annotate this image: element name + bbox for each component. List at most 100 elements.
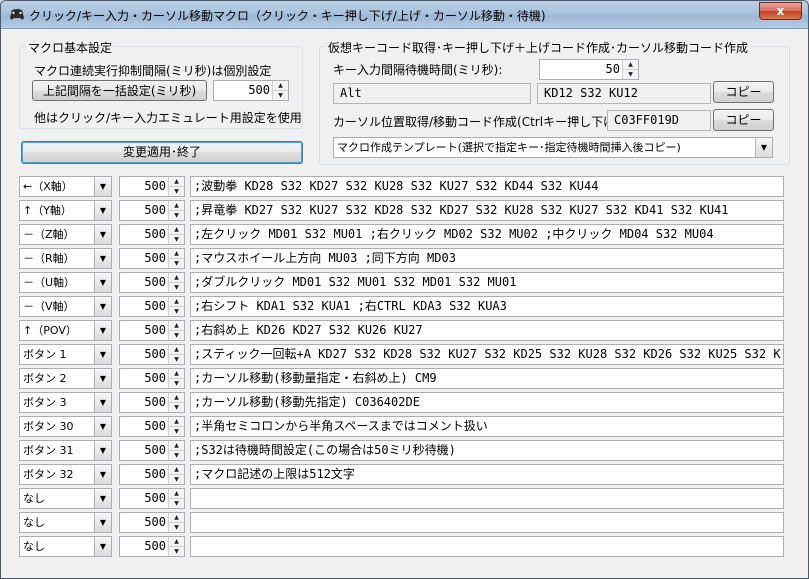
spin-up-icon[interactable]: ▲ [169,441,184,450]
trigger-key-select[interactable]: なし ▼ [19,536,112,557]
template-select[interactable]: マクロ作成テンプレート(選択で指定キー･指定待機時間挿入後コピー) ▼ [333,137,773,158]
key-interval-spinner[interactable]: 50 ▲ ▼ [539,59,639,80]
row-interval-spinner[interactable]: 500 ▲ ▼ [119,416,185,437]
trigger-key-select[interactable]: ボタン 30 ▼ [19,416,112,437]
spin-down-icon[interactable]: ▼ [273,90,288,99]
trigger-key-select[interactable]: ↑（POV） ▼ [19,320,112,341]
spin-up-icon[interactable]: ▲ [169,321,184,330]
chevron-down-icon[interactable]: ▼ [94,369,111,388]
spinner-arrows[interactable]: ▲ ▼ [168,249,184,268]
trigger-key-select[interactable]: なし ▼ [19,488,112,509]
trigger-key-select[interactable]: －（R軸） ▼ [19,248,112,269]
chevron-down-icon[interactable]: ▼ [94,321,111,340]
spin-up-icon[interactable]: ▲ [273,81,288,90]
row-interval-spinner[interactable]: 500 ▲ ▼ [119,272,185,293]
spin-down-icon[interactable]: ▼ [169,306,184,315]
trigger-key-select[interactable]: ボタン 2 ▼ [19,368,112,389]
spin-down-icon[interactable]: ▼ [169,402,184,411]
chevron-down-icon[interactable]: ▼ [94,513,111,532]
spin-down-icon[interactable]: ▼ [169,330,184,339]
spin-down-icon[interactable]: ▼ [169,546,184,555]
trigger-key-select[interactable]: －（U軸） ▼ [19,272,112,293]
spin-up-icon[interactable]: ▲ [169,537,184,546]
row-interval-spinner[interactable]: 500 ▲ ▼ [119,512,185,533]
spin-down-icon[interactable]: ▼ [169,522,184,531]
macro-input[interactable]: ;マクロ記述の上限は512文字 [190,464,784,485]
spin-up-icon[interactable]: ▲ [169,417,184,426]
chevron-down-icon[interactable]: ▼ [94,489,111,508]
spinner-arrows[interactable]: ▲ ▼ [168,345,184,364]
apply-exit-button[interactable]: 変更適用･終了 [21,141,303,164]
macro-input[interactable]: ;右斜め上 KD26 KD27 S32 KU26 KU27 [190,320,784,341]
row-interval-spinner[interactable]: 500 ▲ ▼ [119,176,185,197]
spin-up-icon[interactable]: ▲ [169,249,184,258]
macro-input[interactable] [190,512,784,533]
chevron-down-icon[interactable]: ▼ [94,273,111,292]
spin-down-icon[interactable]: ▼ [169,282,184,291]
spin-down-icon[interactable]: ▼ [169,426,184,435]
trigger-key-select[interactable]: －（V軸） ▼ [19,296,112,317]
spin-up-icon[interactable]: ▲ [169,465,184,474]
spin-up-icon[interactable]: ▲ [169,513,184,522]
row-interval-spinner[interactable]: 500 ▲ ▼ [119,320,185,341]
chevron-down-icon[interactable]: ▼ [94,393,111,412]
macro-input[interactable] [190,536,784,557]
cursor-code-field[interactable]: C03FF019D [607,110,711,131]
row-interval-spinner[interactable]: 500 ▲ ▼ [119,464,185,485]
spin-down-icon[interactable]: ▼ [169,498,184,507]
row-interval-spinner[interactable]: 500 ▲ ▼ [119,488,185,509]
spin-down-icon[interactable]: ▼ [169,210,184,219]
macro-input[interactable] [190,488,784,509]
spinner-arrows[interactable]: ▲ ▼ [168,273,184,292]
spinner-arrows[interactable]: ▲ ▼ [622,60,638,79]
macro-input[interactable]: ;マウスホイール上方向 MU03 ;同下方向 MD03 [190,248,784,269]
chevron-down-icon[interactable]: ▼ [94,297,111,316]
spinner-arrows[interactable]: ▲ ▼ [272,81,288,100]
trigger-key-select[interactable]: ↑（Y軸） ▼ [19,200,112,221]
spin-up-icon[interactable]: ▲ [169,369,184,378]
macro-input[interactable]: ;カーソル移動(移動先指定) C036402DE [190,392,784,413]
spin-down-icon[interactable]: ▼ [169,234,184,243]
trigger-key-select[interactable]: ボタン 1 ▼ [19,344,112,365]
spin-down-icon[interactable]: ▼ [169,474,184,483]
spinner-arrows[interactable]: ▲ ▼ [168,177,184,196]
spin-up-icon[interactable]: ▲ [169,225,184,234]
bulk-interval-spinner[interactable]: 500 ▲ ▼ [213,80,289,101]
spinner-arrows[interactable]: ▲ ▼ [168,465,184,484]
macro-input[interactable]: ;カーソル移動(移動量指定・右斜め上) CM9 [190,368,784,389]
key-name-field[interactable]: Alt [333,83,531,104]
trigger-key-select[interactable]: －（Z軸） ▼ [19,224,112,245]
spinner-arrows[interactable]: ▲ ▼ [168,537,184,556]
chevron-down-icon[interactable]: ▼ [94,225,111,244]
spinner-arrows[interactable]: ▲ ▼ [168,513,184,532]
macro-input[interactable]: ;右シフト KDA1 S32 KUA1 ;右CTRL KDA3 S32 KUA3 [190,296,784,317]
spin-up-icon[interactable]: ▲ [169,297,184,306]
spinner-arrows[interactable]: ▲ ▼ [168,297,184,316]
spinner-arrows[interactable]: ▲ ▼ [168,369,184,388]
spin-down-icon[interactable]: ▼ [169,354,184,363]
bulk-interval-button[interactable]: 上記間隔を一括設定(ミリ秒) [32,80,207,101]
chevron-down-icon[interactable]: ▼ [94,537,111,556]
trigger-key-select[interactable]: なし ▼ [19,512,112,533]
row-interval-spinner[interactable]: 500 ▲ ▼ [119,296,185,317]
copy-key-code-button[interactable]: コピー [713,81,774,103]
row-interval-spinner[interactable]: 500 ▲ ▼ [119,344,185,365]
macro-input[interactable]: ;S32は待機時間設定(この場合は50ミリ秒待機) [190,440,784,461]
macro-input[interactable]: ;半角セミコロンから半角スペースまではコメント扱い [190,416,784,437]
spin-up-icon[interactable]: ▲ [169,489,184,498]
chevron-down-icon[interactable]: ▼ [94,201,111,220]
spinner-arrows[interactable]: ▲ ▼ [168,321,184,340]
chevron-down-icon[interactable]: ▼ [94,465,111,484]
trigger-key-select[interactable]: ボタン 32 ▼ [19,464,112,485]
spin-up-icon[interactable]: ▲ [169,177,184,186]
trigger-key-select[interactable]: ←（X軸） ▼ [19,176,112,197]
spin-down-icon[interactable]: ▼ [623,69,638,78]
macro-input[interactable]: ;ダブルクリック MD01 S32 MU01 S32 MD01 S32 MU01 [190,272,784,293]
macro-input[interactable]: ;スティック一回転+A KD27 S32 KD28 S32 KU27 S32 K… [190,344,784,365]
spin-up-icon[interactable]: ▲ [169,345,184,354]
row-interval-spinner[interactable]: 500 ▲ ▼ [119,248,185,269]
spin-down-icon[interactable]: ▼ [169,186,184,195]
row-interval-spinner[interactable]: 500 ▲ ▼ [119,200,185,221]
spin-up-icon[interactable]: ▲ [169,201,184,210]
macro-input[interactable]: ;左クリック MD01 S32 MU01 ;右クリック MD02 S32 MU0… [190,224,784,245]
